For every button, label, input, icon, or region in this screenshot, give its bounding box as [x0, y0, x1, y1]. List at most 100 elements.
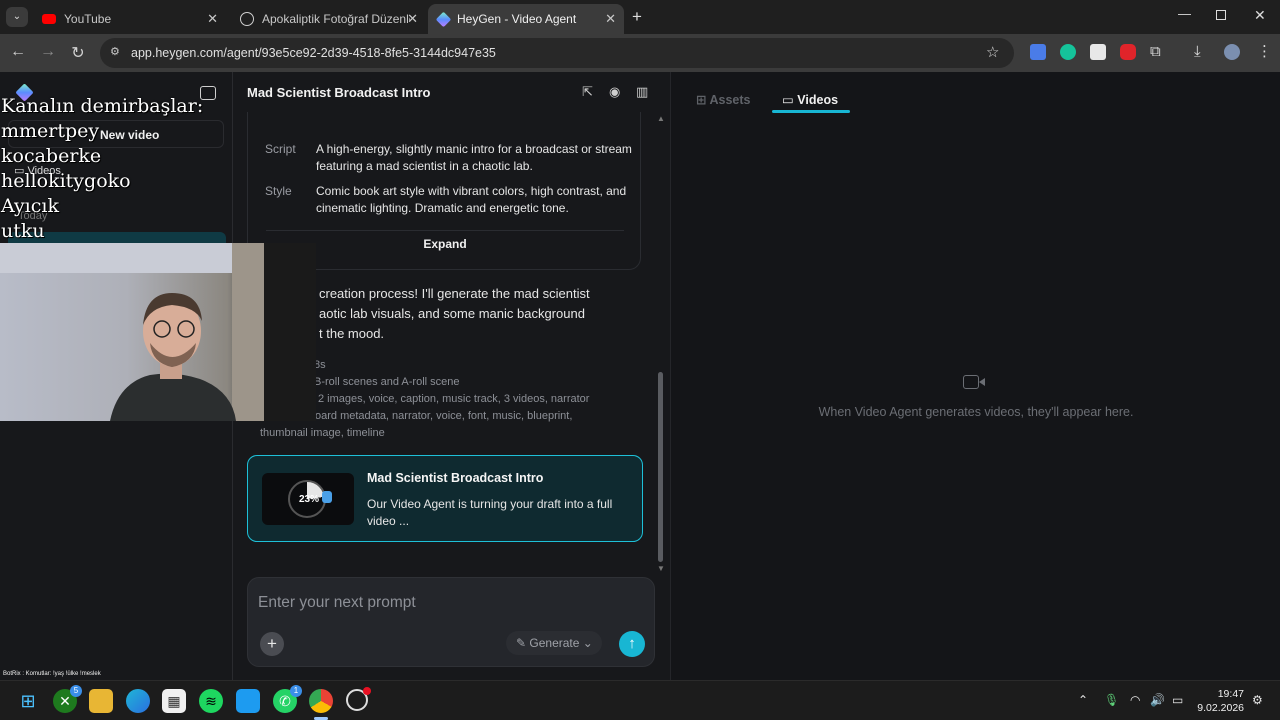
obs-icon[interactable]: [346, 687, 371, 711]
tab-youtube[interactable]: YouTube ✕: [32, 4, 226, 34]
meta-line: thumbnail image, timeline: [260, 427, 385, 439]
style-value: Comic book art style with vibrant colors…: [316, 184, 627, 215]
globe-icon[interactable]: ◉: [609, 84, 620, 100]
tab-heygen[interactable]: HeyGen - Video Agent ✕: [428, 4, 624, 34]
file-explorer-icon[interactable]: [89, 689, 113, 713]
recording-dot: [363, 687, 371, 695]
overlay-line: hellokitygoko: [1, 170, 131, 192]
tab-label: YouTube: [64, 12, 112, 26]
prompt-box: + ✎ Generate ⌄ ↑: [247, 577, 655, 667]
site-info-icon[interactable]: ⚙: [110, 45, 120, 58]
close-window-button[interactable]: ✕: [1254, 7, 1266, 24]
windows-start-icon[interactable]: ⊞: [16, 689, 40, 713]
agent-message-line: aotic lab visuals, and some manic backgr…: [319, 306, 585, 321]
overlay-line: Ayıcık: [1, 195, 59, 217]
cursor-hand-icon: [322, 491, 332, 503]
new-tab-button[interactable]: +: [632, 7, 642, 27]
extensions-puzzle-icon[interactable]: ⧉: [1150, 43, 1161, 60]
tab-assets[interactable]: ⊞ Assets: [696, 92, 750, 107]
video-camera-icon: ▭: [782, 93, 798, 107]
adblock-extension-icon[interactable]: [1120, 44, 1136, 60]
twitter-icon[interactable]: [236, 689, 260, 713]
taskbar: ⊞ ✕ 5 ▦ ≋ ✆ 1 ⌃ 🎙 ◠ 🔊 ▭ 19:47 9.02.2026 ⚙: [0, 680, 1280, 720]
restore-button[interactable]: [1216, 10, 1226, 20]
send-button[interactable]: ↑: [619, 631, 645, 657]
video-camera-lens-icon: [979, 378, 985, 386]
system-clock[interactable]: 19:47 9.02.2026: [1196, 687, 1244, 715]
microphone-icon[interactable]: 🎙: [1104, 693, 1119, 707]
prompt-input[interactable]: [258, 594, 638, 612]
minimize-button[interactable]: —: [1178, 6, 1191, 21]
webcam-overlay: [0, 243, 316, 421]
clock-date: 9.02.2026: [1197, 702, 1244, 714]
battery-icon[interactable]: ▭: [1172, 693, 1183, 707]
progress-ring: 23%: [288, 480, 326, 518]
active-tab-underline: [772, 110, 850, 113]
meta-line: B-roll scenes and A-roll scene: [314, 376, 460, 388]
whatsapp-icon[interactable]: ✆ 1: [273, 685, 302, 713]
reload-icon[interactable]: ↻: [68, 43, 88, 63]
project-title: Mad Scientist Broadcast Intro: [247, 85, 431, 100]
open-external-icon[interactable]: ⇱: [582, 84, 593, 100]
close-icon[interactable]: ✕: [207, 11, 218, 27]
scroll-down-arrow[interactable]: ▼: [657, 564, 665, 573]
notifications-icon[interactable]: ⚙: [1252, 693, 1263, 707]
stream-overlay-text: Kanalın demirbaşlar: mmertpey kocaberke …: [1, 94, 203, 244]
url-text: app.heygen.com/agent/93e5ce92-2d39-4518-…: [131, 46, 496, 60]
back-icon[interactable]: ←: [8, 43, 28, 61]
chevron-down-icon: ⌄: [579, 636, 593, 650]
heygen-icon: [435, 11, 452, 27]
clock-time: 19:47: [1217, 688, 1244, 700]
tray-chevron-icon[interactable]: ⌃: [1078, 693, 1088, 707]
tab-videos[interactable]: ▭ Videos: [782, 92, 838, 107]
expand-button[interactable]: Expand: [266, 230, 624, 256]
webcam-figure: [0, 243, 316, 421]
chat-scrollbar[interactable]: [658, 372, 663, 562]
video-thumbnail: 23%: [262, 473, 354, 525]
scroll-up-arrow[interactable]: ▲: [657, 114, 665, 123]
generate-button[interactable]: ✎ Generate ⌄: [506, 631, 602, 655]
empty-state-message: When Video Agent generates videos, they'…: [818, 405, 1134, 419]
translate-extension-icon[interactable]: [1030, 44, 1046, 60]
youtube-icon: [42, 14, 56, 24]
progress-card-description: Our Video Agent is turning your draft in…: [367, 497, 613, 528]
tab-bar: ⌄ YouTube ✕ Apokaliptik Fotoğraf Düzenle…: [0, 0, 1280, 34]
agent-message-line: t the mood.: [319, 326, 385, 341]
tab-label: Assets: [709, 93, 751, 107]
panel-layout-icon[interactable]: ▥: [636, 84, 648, 100]
tab-apokaliptik[interactable]: Apokaliptik Fotoğraf Düzenlem ✕: [230, 4, 426, 34]
wifi-icon[interactable]: ◠: [1130, 693, 1140, 707]
assets-icon: ⊞: [696, 93, 710, 107]
agent-message-line: creation process! I'll generate the mad …: [319, 286, 590, 301]
openai-icon: [240, 12, 254, 26]
botrix-status: BotRix : Komutlar: !yaş !ülke !meslek: [3, 671, 101, 677]
script-key: Script: [265, 142, 296, 156]
forward-icon[interactable]: →: [38, 43, 58, 61]
tab-search-button[interactable]: ⌄: [6, 7, 28, 27]
tab-label: Apokaliptik Fotoğraf Düzenlem: [262, 12, 410, 26]
address-bar[interactable]: ⚙ app.heygen.com/agent/93e5ce92-2d39-451…: [100, 38, 1014, 68]
extension-icon[interactable]: [1090, 44, 1106, 60]
close-icon[interactable]: ✕: [605, 11, 616, 27]
chrome-icon[interactable]: [309, 689, 333, 713]
meta-line: 2 images, voice, caption, music track, 3…: [318, 393, 590, 405]
volume-icon[interactable]: 🔊: [1150, 693, 1165, 707]
wand-icon: ✎: [516, 636, 530, 650]
meta-line: oard metadata, narrator, voice, font, mu…: [315, 410, 573, 422]
video-progress-card[interactable]: 23% Mad Scientist Broadcast Intro Our Vi…: [247, 455, 643, 542]
bookmark-star-icon[interactable]: ☆: [986, 43, 999, 61]
xbox-icon[interactable]: ✕ 5: [53, 685, 82, 713]
profile-avatar[interactable]: [1224, 44, 1240, 60]
assets-videos-panel: ⊞ Assets ▭ Videos When Video Agent gener…: [670, 72, 1280, 680]
tab-label: Videos: [797, 93, 839, 107]
store-icon[interactable]: ▦: [162, 689, 186, 713]
menu-icon[interactable]: ⋮: [1257, 42, 1272, 60]
generate-label: Generate: [529, 636, 580, 650]
add-attachment-button[interactable]: +: [260, 632, 284, 656]
overlay-line: kocaberke: [1, 145, 102, 167]
edge-icon[interactable]: [126, 689, 150, 713]
grammarly-extension-icon[interactable]: [1060, 44, 1076, 60]
close-icon[interactable]: ✕: [407, 11, 418, 27]
spotify-icon[interactable]: ≋: [199, 689, 223, 713]
download-icon[interactable]: ⤓: [1194, 43, 1201, 60]
